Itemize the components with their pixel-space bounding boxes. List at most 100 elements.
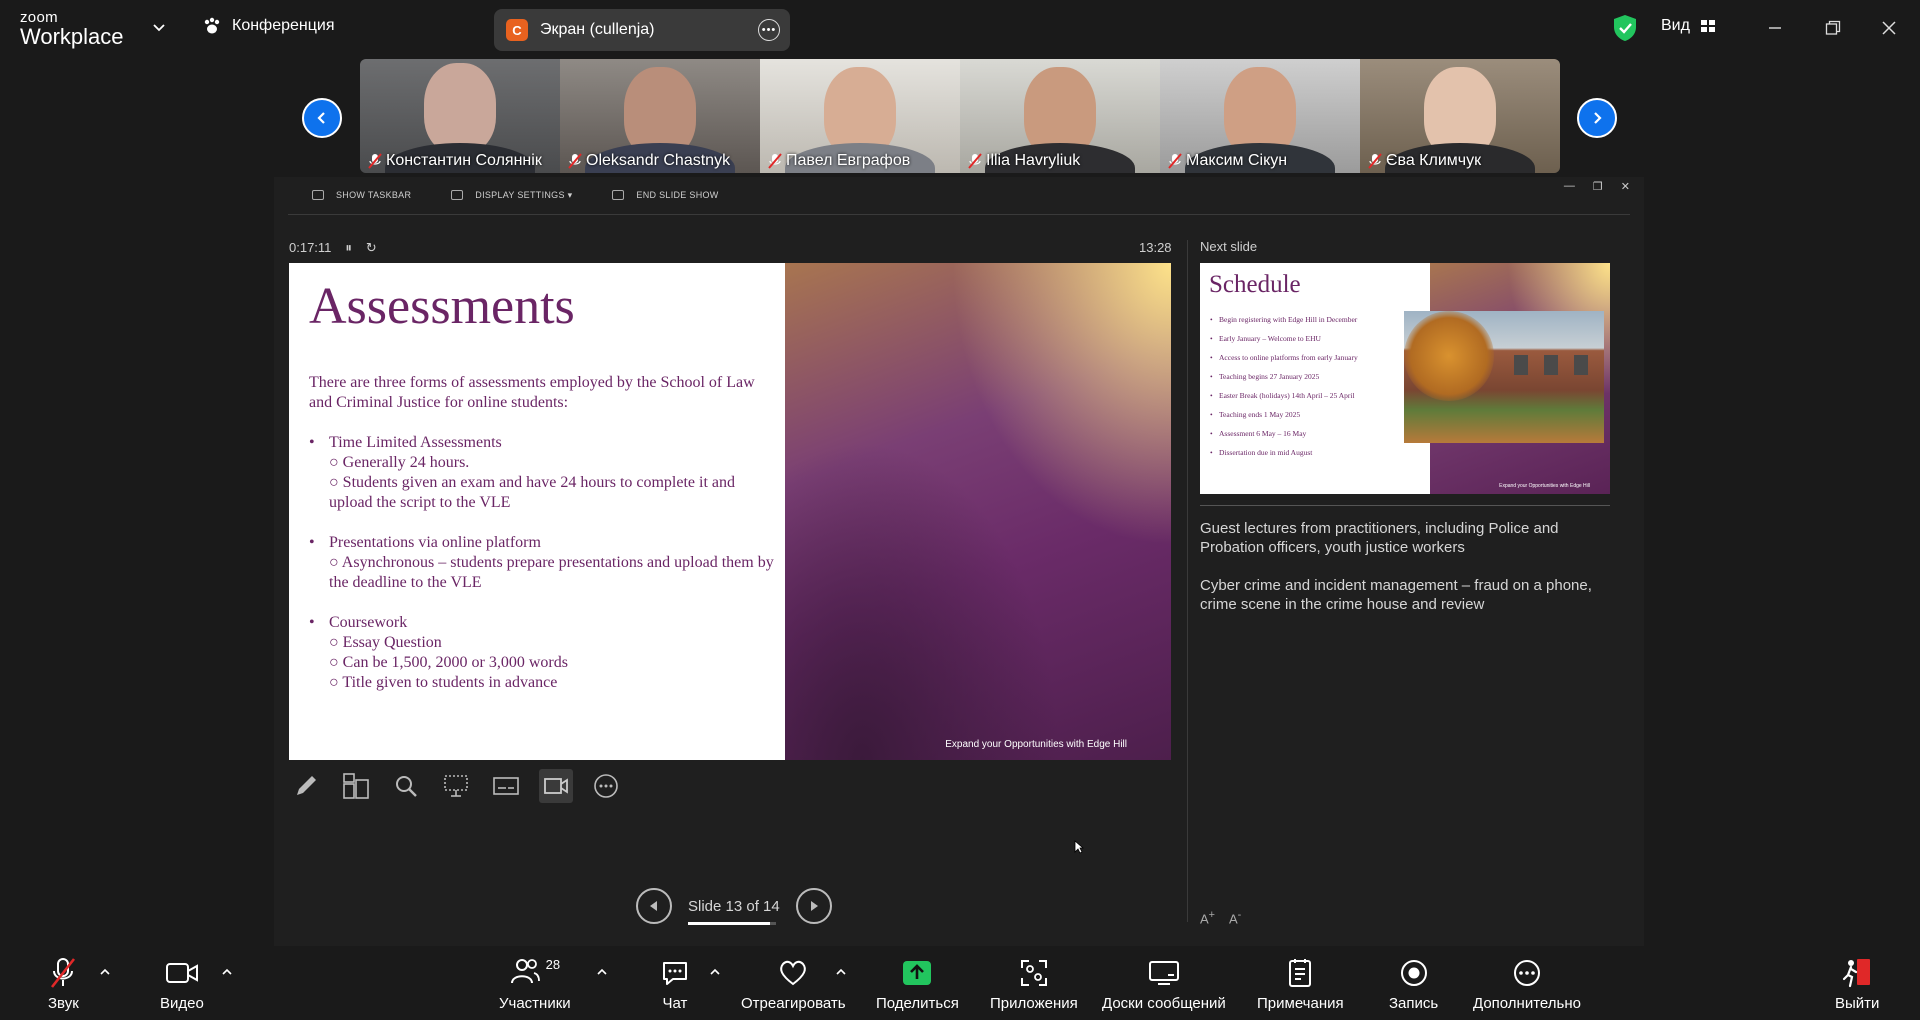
more-options-icon[interactable]	[589, 769, 623, 803]
current-slide: Assessments There are three forms of ass…	[289, 263, 1171, 760]
chevron-up-icon[interactable]	[709, 967, 721, 977]
divider	[288, 214, 1630, 215]
participant-tile[interactable]: Єва Климчук	[1360, 59, 1560, 173]
divider	[1187, 240, 1188, 922]
slide-tools	[289, 769, 623, 803]
participant-tile[interactable]: Константин Соляннік	[360, 59, 560, 173]
list-item: Early January – Welcome to EHU	[1210, 329, 1358, 348]
close-icon[interactable]: ✕	[1621, 180, 1630, 193]
slide-bullet-group: Coursework ○ Essay Question ○ Can be 1,5…	[309, 613, 779, 693]
slide-progress-bar	[688, 921, 776, 925]
presenter-toolbar: SHOW TASKBAR DISPLAY SETTINGS ▾ END SLID…	[274, 177, 1644, 213]
audio-button[interactable]: Звук	[48, 957, 79, 1012]
notes-font-controls: A+ A-	[1200, 909, 1241, 926]
slide-sub-bullet: ○ Asynchronous – students prepare presen…	[329, 554, 774, 591]
restore-icon[interactable]	[1819, 14, 1847, 42]
subtitles-icon[interactable]	[489, 769, 523, 803]
next-slide-preview[interactable]: Schedule Begin registering with Edge Hil…	[1200, 263, 1610, 494]
security-shield-icon[interactable]	[1612, 14, 1638, 42]
participant-name-label: Павел Евграфов	[768, 152, 910, 170]
previous-participants-button[interactable]	[302, 98, 342, 138]
chat-icon	[663, 962, 687, 985]
slide-sub-bullet: ○ Essay Question	[329, 634, 442, 651]
minimize-icon[interactable]: —	[1564, 180, 1575, 193]
more-button[interactable]: Дополнительно	[1473, 957, 1581, 1012]
reset-timer-icon[interactable]: ↻	[366, 240, 377, 256]
minimize-icon[interactable]	[1761, 14, 1789, 42]
pen-icon[interactable]	[289, 769, 323, 803]
slide-bullet: Presentations via online platform	[309, 533, 779, 553]
slide-bullet: Time Limited Assessments	[309, 433, 779, 453]
record-button[interactable]: Запись	[1389, 957, 1438, 1012]
slide-body: There are three forms of assessments emp…	[309, 373, 779, 713]
black-screen-icon[interactable]	[439, 769, 473, 803]
end-slide-show-button[interactable]: END SLIDE SHOW	[612, 190, 718, 200]
record-icon	[1400, 960, 1427, 986]
previous-slide-button[interactable]	[636, 888, 672, 924]
slide-sub-bullet: ○ Title given to students in advance	[329, 674, 558, 691]
mouse-cursor-icon	[1074, 840, 1084, 854]
participant-tile[interactable]: Illia Havryliuk	[960, 59, 1160, 173]
zoom-slide-icon[interactable]	[389, 769, 423, 803]
next-participants-button[interactable]	[1577, 98, 1617, 138]
slide-counter: Slide 13 of 14	[688, 898, 780, 925]
participant-tile[interactable]: Oleksandr Chastnyk	[560, 59, 760, 173]
note-paragraph: Cyber crime and incident management – fr…	[1200, 577, 1592, 613]
share-button[interactable]: Поделиться	[876, 957, 959, 1012]
divider	[1200, 505, 1610, 506]
display-settings-button[interactable]: DISPLAY SETTINGS ▾	[451, 190, 572, 201]
restore-icon[interactable]: ❐	[1593, 180, 1603, 193]
camera-toggle-icon[interactable]	[539, 769, 573, 803]
chevron-up-icon[interactable]	[596, 967, 608, 977]
muted-mic-icon	[368, 153, 382, 169]
leave-button[interactable]: Выйти	[1835, 957, 1879, 1012]
zoom-logo[interactable]: zoom Workplace	[20, 10, 124, 48]
increase-font-icon[interactable]: A+	[1200, 909, 1215, 926]
chevron-left-icon	[317, 112, 325, 124]
participants-button[interactable]: 28 Участники	[499, 957, 571, 1012]
chevron-up-icon[interactable]	[835, 967, 847, 977]
chevron-up-icon[interactable]	[99, 967, 111, 977]
whiteboard-icon	[1148, 961, 1179, 985]
pause-icon[interactable]: ⏸	[345, 240, 352, 256]
slide-bullet-group: Time Limited Assessments ○ Generally 24 …	[309, 433, 779, 513]
notes-button[interactable]: Примечания	[1257, 957, 1344, 1012]
list-item: Assessment 6 May – 16 May	[1210, 424, 1358, 443]
video-button[interactable]: Видео	[160, 957, 204, 1012]
decrease-font-icon[interactable]: A-	[1229, 909, 1241, 926]
share-screen-icon	[903, 961, 932, 985]
muted-mic-icon	[1368, 153, 1382, 169]
apps-button[interactable]: Приложения	[990, 957, 1078, 1012]
presenter-window-controls: — ❐ ✕	[1564, 180, 1630, 193]
screen-share-pill[interactable]: C Экран (cullenja) •••	[494, 9, 790, 51]
conference-menu[interactable]: Конференция	[202, 16, 335, 36]
participant-tile[interactable]: Павел Евграфов	[760, 59, 960, 173]
meeting-toolbar: Звук Видео 28 Участники Чат Отреагироват…	[0, 947, 1920, 1020]
slide-sub-bullet: ○ Can be 1,500, 2000 or 3,000 words	[329, 654, 568, 671]
more-icon[interactable]: •••	[758, 19, 780, 41]
next-slide-list: Begin registering with Edge Hill in Dece…	[1210, 310, 1358, 462]
chevron-up-icon[interactable]	[221, 967, 233, 977]
react-button[interactable]: Отреагировать	[741, 957, 846, 1012]
next-slide-footer: Expand your Opportunities with Edge Hill	[1499, 483, 1590, 489]
view-button[interactable]: Вид	[1661, 17, 1716, 35]
more-icon	[1513, 960, 1540, 986]
speaker-notes: Guest lectures from practitioners, inclu…	[1200, 519, 1600, 633]
display-icon	[451, 190, 464, 200]
current-time: 13:28	[1139, 240, 1172, 255]
show-taskbar-button[interactable]: SHOW TASKBAR	[312, 190, 411, 200]
video-strip: Константин Соляннік Oleksandr Chastnyk П…	[360, 59, 1560, 173]
list-item: Teaching begins 27 January 2025	[1210, 367, 1358, 386]
chat-button[interactable]: Чат	[660, 957, 690, 1012]
participant-name-label: Illia Havryliuk	[968, 152, 1080, 170]
participant-tile[interactable]: Максим Сікун	[1160, 59, 1360, 173]
slide-sub-bullet: ○ Generally 24 hours.	[329, 454, 470, 471]
close-icon[interactable]	[1875, 14, 1903, 42]
see-all-slides-icon[interactable]	[339, 769, 373, 803]
next-slide-button[interactable]	[795, 888, 832, 924]
chevron-down-icon[interactable]	[152, 20, 166, 34]
participants-count: 28	[545, 957, 561, 972]
muted-mic-icon	[51, 958, 76, 988]
whiteboards-button[interactable]: Доски сообщений	[1102, 957, 1226, 1012]
muted-mic-icon	[1168, 153, 1182, 169]
